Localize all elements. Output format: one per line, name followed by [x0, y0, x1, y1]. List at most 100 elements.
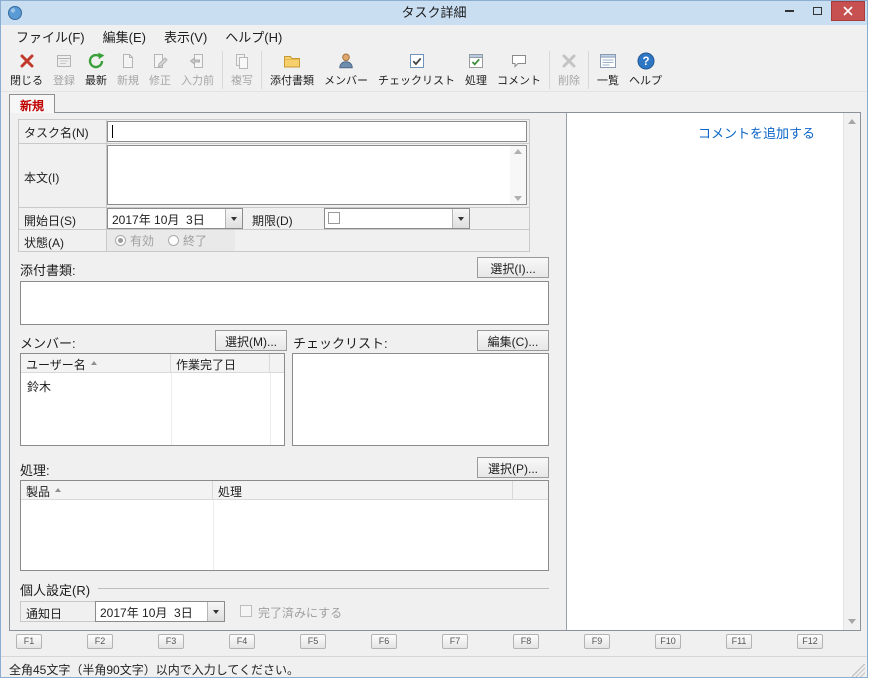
folder-icon [282, 51, 302, 71]
toolbar-help-button[interactable]: ? ヘルプ [624, 49, 667, 89]
mark-complete-label: 完了済みにする [258, 604, 342, 621]
toolbar-process-button[interactable]: 処理 [460, 49, 492, 89]
checklist-edit-button[interactable]: 編集(C)... [477, 330, 549, 351]
fkey-f11[interactable]: F11 [726, 634, 752, 649]
dropdown-button[interactable] [452, 209, 469, 228]
main-panel: タスク名(N) 本文(I) 開始日(S) 2017年 10月 3日 期限(D) [9, 112, 861, 631]
fkey-f10[interactable]: F10 [655, 634, 681, 649]
status-active-label: 有効 [130, 232, 154, 249]
toolbar-new-label: 新規 [117, 72, 139, 88]
body-scrollbar[interactable] [510, 146, 526, 204]
refresh-icon [86, 51, 106, 71]
dropdown-button[interactable] [225, 209, 242, 228]
menu-item-edit[interactable]: 編集(E) [94, 24, 155, 49]
divider [18, 143, 530, 144]
fkey-f2[interactable]: F2 [87, 634, 113, 649]
toolbar-list-button[interactable]: 一覧 [592, 49, 624, 89]
maximize-button[interactable] [803, 1, 831, 21]
scroll-up-icon [848, 119, 856, 124]
add-comment-link[interactable]: コメントを追加する [698, 123, 815, 142]
fkey-f3[interactable]: F3 [158, 634, 184, 649]
notify-date-combo[interactable]: 2017年 10月 3日 [95, 601, 225, 622]
menu-item-file[interactable]: ファイル(F) [7, 24, 94, 49]
chevron-down-icon [213, 610, 219, 614]
body-label: 本文(I) [24, 169, 59, 186]
member-icon [336, 51, 356, 71]
members-select-button[interactable]: 選択(M)... [215, 330, 287, 351]
status-option-done: 終了 [168, 232, 207, 249]
fkey-f1[interactable]: F1 [16, 634, 42, 649]
task-name-label: タスク名(N) [24, 124, 89, 141]
mark-complete-checkbox [240, 605, 252, 617]
fkey-f9[interactable]: F9 [584, 634, 610, 649]
deadline-checkbox[interactable] [328, 212, 340, 224]
fkey-f8[interactable]: F8 [513, 634, 539, 649]
dropdown-button[interactable] [207, 602, 224, 621]
divider [270, 373, 271, 445]
members-col-user[interactable]: ユーザー名 [21, 354, 171, 373]
toolbar-comment-button[interactable]: コメント [492, 49, 546, 89]
task-name-input[interactable] [107, 121, 527, 142]
close-button[interactable] [831, 1, 865, 21]
comment-icon [509, 51, 529, 71]
toolbar-edit-label: 修正 [149, 72, 171, 88]
process-select-button[interactable]: 選択(P)... [477, 457, 549, 478]
attachments-select-button[interactable]: 選択(I)... [477, 257, 549, 278]
toolbar-revert-label: 入力前 [181, 72, 214, 88]
start-date-combo[interactable]: 2017年 10月 3日 [107, 208, 243, 229]
minimize-button[interactable] [775, 1, 803, 21]
chevron-down-icon [231, 217, 237, 221]
toolbar-refresh-button[interactable]: 最新 [80, 49, 112, 89]
toolbar: 閉じる 登録 最新 新規 修正 入力前 複写 添付書類 [1, 47, 867, 92]
chevron-down-icon [458, 217, 464, 221]
status-done-label: 終了 [183, 232, 207, 249]
process-col-process[interactable]: 処理 [213, 481, 513, 500]
menu-item-view[interactable]: 表示(V) [155, 24, 216, 49]
start-date-label: 開始日(S) [24, 212, 76, 229]
scroll-down-icon [848, 619, 856, 624]
members-table-header: ユーザー名 作業完了日 [21, 354, 284, 373]
resize-grip[interactable] [852, 664, 865, 677]
process-label: 処理: [20, 460, 50, 479]
menu-item-help[interactable]: ヘルプ(H) [216, 24, 291, 49]
members-table: ユーザー名 作業完了日 鈴木 [20, 353, 285, 446]
members-label: メンバー: [20, 333, 76, 352]
fkey-f5[interactable]: F5 [300, 634, 326, 649]
member-row-user[interactable]: 鈴木 [27, 378, 51, 395]
revert-icon [188, 51, 208, 71]
toolbar-close-button[interactable]: 閉じる [5, 49, 48, 89]
fkey-f7[interactable]: F7 [442, 634, 468, 649]
window-controls [775, 1, 865, 23]
fkey-f12[interactable]: F12 [797, 634, 823, 649]
toolbar-list-label: 一覧 [597, 72, 619, 88]
deadline-combo[interactable] [324, 208, 470, 229]
process-table-header: 製品 処理 [21, 481, 548, 500]
toolbar-revert-button: 入力前 [176, 49, 219, 89]
comment-scrollbar[interactable] [843, 113, 860, 630]
process-col-product[interactable]: 製品 [21, 481, 213, 500]
attachments-listbox[interactable] [20, 281, 549, 325]
toolbar-attachments-label: 添付書類 [270, 72, 314, 88]
toolbar-separator [588, 51, 589, 89]
tab-new[interactable]: 新規 [9, 94, 55, 113]
status-option-active: 有効 [115, 232, 154, 249]
fkey-f6[interactable]: F6 [371, 634, 397, 649]
scroll-up-button[interactable] [844, 113, 860, 130]
toolbar-close-label: 閉じる [10, 72, 43, 88]
toolbar-members-button[interactable]: メンバー [319, 49, 373, 89]
toolbar-attachments-button[interactable]: 添付書類 [265, 49, 319, 89]
body-textarea[interactable] [107, 145, 527, 205]
attachments-label: 添付書類: [20, 260, 76, 279]
fkey-f4[interactable]: F4 [229, 634, 255, 649]
status-label: 状態(A) [24, 234, 64, 251]
checklist-label: チェックリスト: [293, 333, 388, 352]
title-bar: タスク詳細 [1, 1, 867, 25]
toolbar-checklist-button[interactable]: チェックリスト [373, 49, 460, 89]
toolbar-edit-button: 修正 [144, 49, 176, 89]
radio-selected-icon [115, 235, 126, 246]
members-col-completed[interactable]: 作業完了日 [171, 354, 270, 373]
checklist-listbox[interactable] [292, 353, 549, 446]
toolbar-delete-label: 削除 [558, 72, 580, 88]
scroll-up-icon [514, 149, 522, 154]
scroll-down-button[interactable] [844, 613, 860, 630]
